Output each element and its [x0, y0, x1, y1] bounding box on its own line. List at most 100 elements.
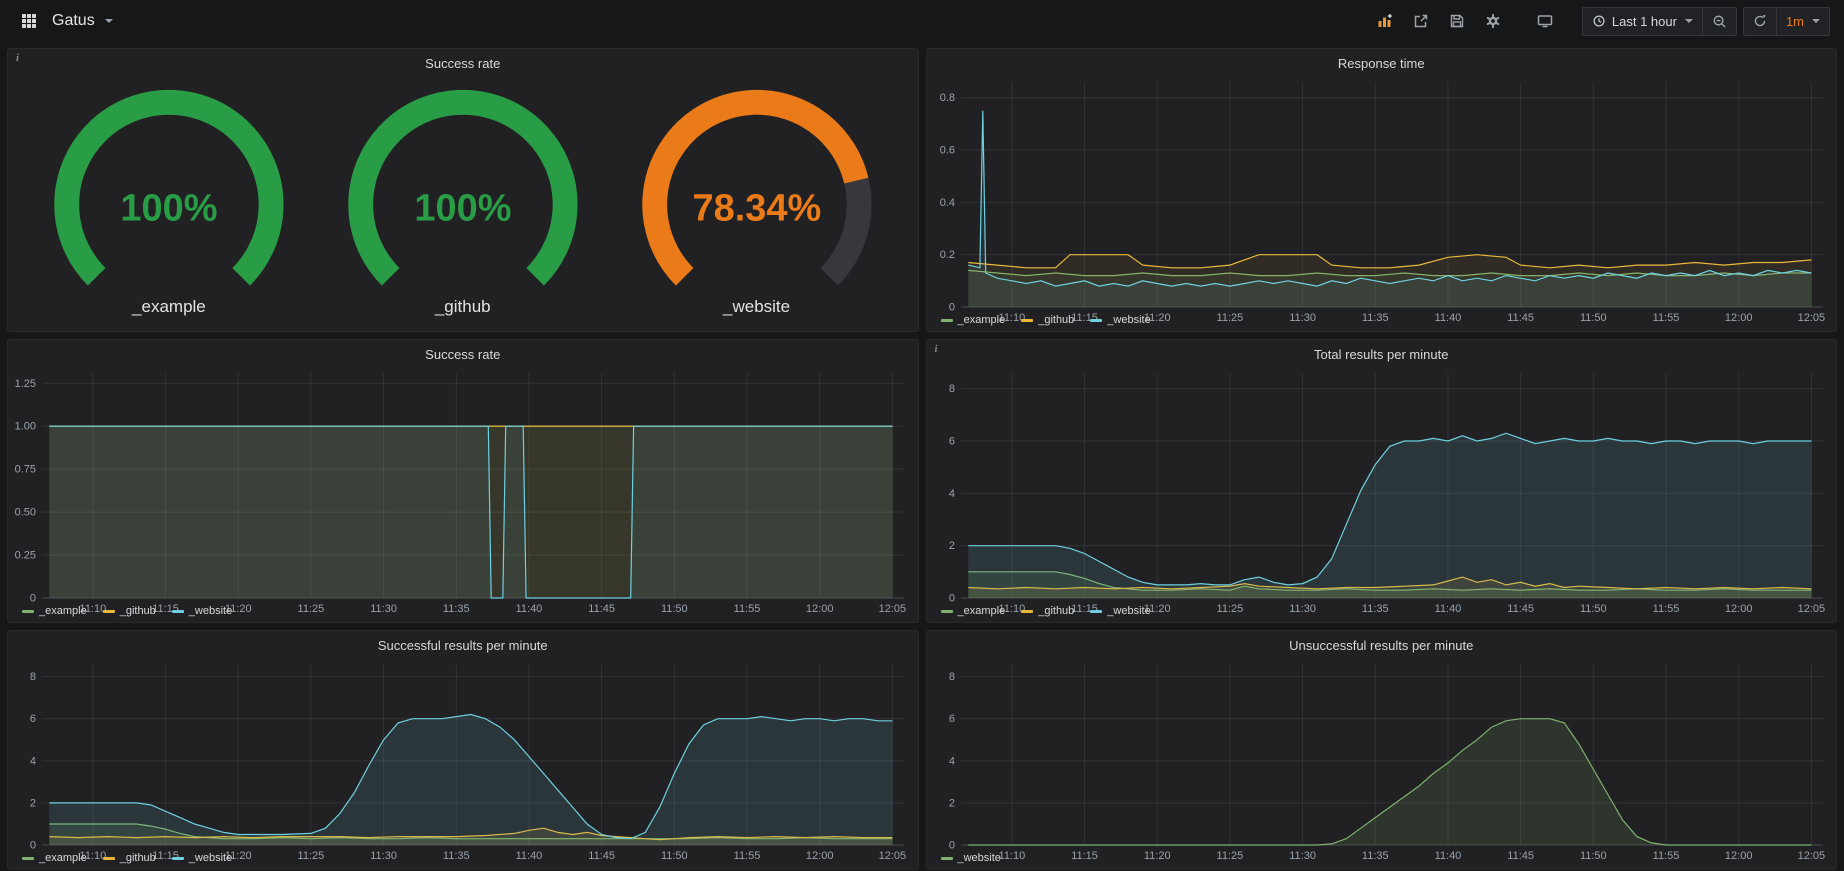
- legend-label: _website: [958, 852, 1001, 864]
- cycle-view-mode-button[interactable]: [1530, 7, 1560, 35]
- svg-text:0: 0: [30, 593, 36, 605]
- svg-text:6: 6: [30, 713, 36, 725]
- refresh-icon: [1753, 14, 1767, 28]
- share-dashboard-button[interactable]: [1406, 7, 1436, 35]
- svg-text:6: 6: [948, 713, 954, 725]
- dashboard-title[interactable]: Gatus: [52, 12, 95, 30]
- legend-dash-icon: [1090, 610, 1102, 613]
- grid-icon: [21, 13, 37, 29]
- response-time-chart[interactable]: 11:1011:1511:2011:2511:3011:3511:4011:45…: [927, 74, 1837, 313]
- refresh-interval-picker[interactable]: 1m: [1776, 8, 1829, 35]
- svg-text:8: 8: [948, 671, 954, 683]
- legend-dash-icon: [172, 610, 184, 613]
- legend-label: _github: [1038, 314, 1074, 326]
- gauge-example[interactable]: 100% _example: [22, 76, 316, 323]
- legend-label: _website: [1107, 314, 1150, 326]
- gauge-arc: 100%: [22, 76, 316, 295]
- legend-dash-icon: [1090, 319, 1102, 322]
- gauge-github[interactable]: 100% _github: [316, 76, 610, 323]
- panel-title[interactable]: Total results per minute: [927, 340, 1837, 365]
- svg-text:0.25: 0.25: [15, 550, 36, 562]
- svg-text:0: 0: [30, 840, 36, 852]
- legend-item-_example[interactable]: _example: [941, 314, 1006, 326]
- chart-svg[interactable]: 11:1011:1511:2011:2511:3011:3511:4011:45…: [927, 74, 1837, 325]
- svg-text:0.8: 0.8: [939, 92, 954, 104]
- legend-item-_website[interactable]: _website: [1090, 605, 1150, 617]
- clock-icon: [1592, 14, 1606, 28]
- info-icon[interactable]: i: [16, 52, 19, 64]
- legend-label: _github: [120, 605, 156, 617]
- legend-dash-icon: [941, 319, 953, 322]
- share-icon: [1413, 13, 1429, 29]
- tv-icon: [1537, 13, 1553, 29]
- legend: _example _github _website: [927, 313, 1837, 331]
- gear-icon: [1485, 13, 1501, 29]
- legend-item-_github[interactable]: _github: [1021, 314, 1074, 326]
- gauge-label: _example: [132, 295, 206, 323]
- legend-dash-icon: [941, 857, 953, 860]
- caret-down-icon[interactable]: [105, 19, 113, 23]
- time-range-label: Last 1 hour: [1612, 14, 1677, 29]
- legend-item-_website[interactable]: _website: [172, 852, 232, 864]
- panel-success-rate-line: Success rate 11:1011:1511:2011:2511:3011…: [7, 339, 919, 623]
- success-rate-chart[interactable]: 11:1011:1511:2011:2511:3011:3511:4011:45…: [8, 365, 918, 604]
- info-icon[interactable]: i: [935, 343, 938, 355]
- legend-item-_example[interactable]: _example: [22, 852, 87, 864]
- svg-text:2: 2: [30, 797, 36, 809]
- panel-title[interactable]: Success rate: [8, 340, 918, 365]
- total-results-chart[interactable]: 11:1011:1511:2011:2511:3011:3511:4011:45…: [927, 365, 1837, 604]
- svg-text:4: 4: [948, 488, 954, 500]
- legend-item-_github[interactable]: _github: [103, 605, 156, 617]
- gauge-svg: 100%: [316, 76, 610, 295]
- legend-item-_github[interactable]: _github: [103, 852, 156, 864]
- time-picker-group: Last 1 hour: [1582, 7, 1737, 36]
- navbar-right: Last 1 hour 1m: [1370, 7, 1830, 36]
- legend-item-_example[interactable]: _example: [941, 605, 1006, 617]
- panel-title[interactable]: Successful results per minute: [8, 631, 918, 656]
- refresh-group: 1m: [1743, 7, 1830, 36]
- legend-label: _website: [1107, 605, 1150, 617]
- svg-text:8: 8: [948, 383, 954, 395]
- unsuccessful-results-chart[interactable]: 11:1011:1511:2011:2511:3011:3511:4011:45…: [927, 656, 1837, 851]
- svg-text:0: 0: [948, 593, 954, 605]
- svg-text:4: 4: [948, 755, 954, 767]
- caret-down-icon: [1812, 19, 1820, 23]
- save-dashboard-button[interactable]: [1442, 7, 1472, 35]
- dashboard-settings-button[interactable]: [1478, 7, 1508, 35]
- chart-svg[interactable]: 11:1011:1511:2011:2511:3011:3511:4011:45…: [927, 365, 1837, 616]
- panel-unsuccessful-results: Unsuccessful results per minute 11:1011:…: [926, 630, 1838, 870]
- svg-text:1.25: 1.25: [15, 378, 36, 390]
- panel-title[interactable]: Response time: [927, 49, 1837, 74]
- legend-dash-icon: [22, 857, 34, 860]
- chart-svg[interactable]: 11:1011:1511:2011:2511:3011:3511:4011:45…: [8, 656, 918, 863]
- legend-dash-icon: [22, 610, 34, 613]
- refresh-dashboard-button[interactable]: [1744, 8, 1776, 35]
- svg-text:0.6: 0.6: [939, 145, 954, 157]
- svg-text:8: 8: [30, 671, 36, 683]
- zoom-out-time-button[interactable]: [1702, 8, 1736, 35]
- svg-text:0: 0: [948, 840, 954, 852]
- add-panel-button[interactable]: [1370, 7, 1400, 35]
- panel-title[interactable]: Success rate: [8, 49, 918, 74]
- legend-item-_website[interactable]: _website: [941, 852, 1001, 864]
- chart-svg[interactable]: 11:1011:1511:2011:2511:3011:3511:4011:45…: [927, 656, 1837, 863]
- gauge-row: 100% _example 100% _github 78.34% _websi…: [8, 74, 918, 331]
- legend-label: _example: [39, 852, 87, 864]
- legend-item-_example[interactable]: _example: [22, 605, 87, 617]
- legend-label: _example: [958, 314, 1006, 326]
- dashboards-grid-button[interactable]: [14, 7, 44, 35]
- legend-item-_website[interactable]: _website: [1090, 314, 1150, 326]
- panel-success-rate-gauges: i Success rate 100% _example 100% _githu…: [7, 48, 919, 332]
- panel-title[interactable]: Unsuccessful results per minute: [927, 631, 1837, 656]
- gauge-website[interactable]: 78.34% _website: [610, 76, 904, 323]
- svg-text:0.4: 0.4: [939, 197, 954, 209]
- legend-item-_github[interactable]: _github: [1021, 605, 1074, 617]
- gauge-value: 100%: [120, 188, 217, 230]
- svg-text:4: 4: [30, 755, 36, 767]
- legend-item-_website[interactable]: _website: [172, 605, 232, 617]
- legend: _example _github _website: [8, 604, 918, 622]
- time-range-picker-button[interactable]: Last 1 hour: [1583, 8, 1702, 35]
- chart-svg[interactable]: 11:1011:1511:2011:2511:3011:3511:4011:45…: [8, 365, 918, 616]
- successful-results-chart[interactable]: 11:1011:1511:2011:2511:3011:3511:4011:45…: [8, 656, 918, 851]
- legend-label: _website: [189, 852, 232, 864]
